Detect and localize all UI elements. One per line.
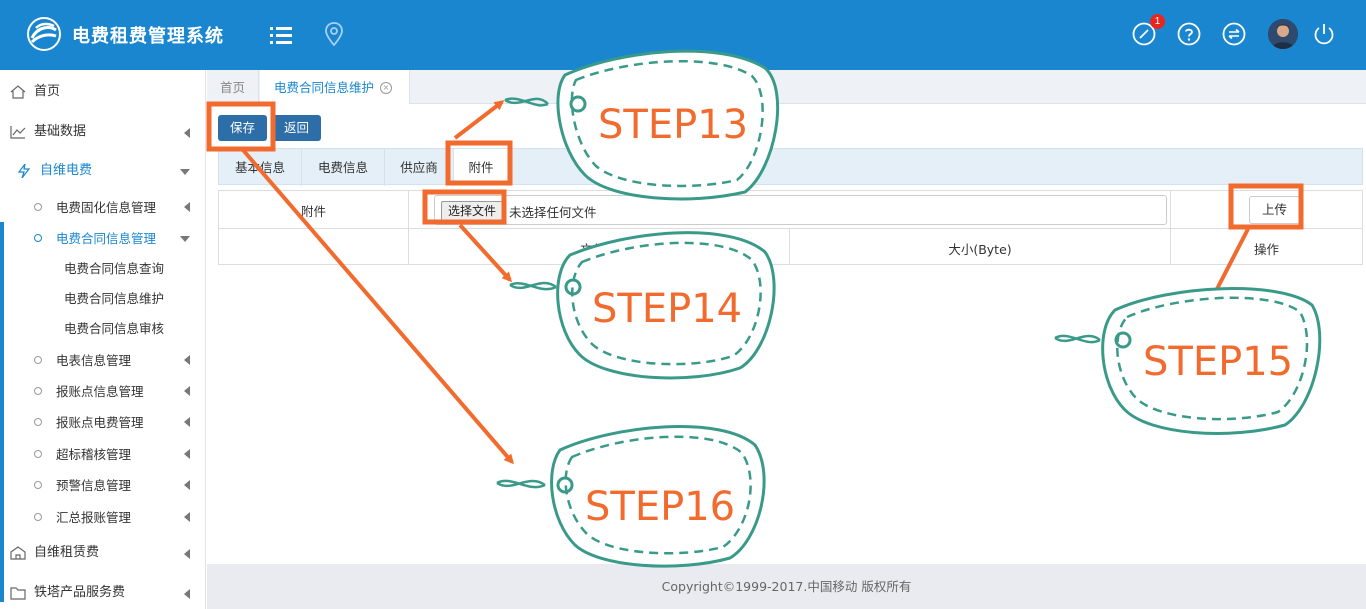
home-icon [10, 85, 26, 99]
tab-home[interactable]: 首页 [207, 70, 259, 104]
sidebar-leaf-item[interactable]: 电费合同信息审核 [64, 314, 164, 344]
bullet-icon [34, 356, 42, 364]
footer: Copyright©1999-2017.中国移动 版权所有 [207, 564, 1366, 609]
sidebar-item-label: 铁塔产品服务费 [34, 585, 126, 600]
sidebar-item-basic-data[interactable]: 基础数据 [0, 112, 206, 152]
chevron-left-icon [184, 480, 190, 490]
sidebar-item-self-rent[interactable]: 自维租赁费 [0, 533, 206, 573]
menu-toggle-icon[interactable] [270, 25, 292, 45]
sidebar-item-self-electricity[interactable]: 自维电费 [0, 151, 206, 191]
sidebar-subitem-label: 电表信息管理 [56, 353, 132, 368]
close-icon[interactable]: × [380, 82, 392, 94]
subtab-attachment[interactable]: 附件 [454, 149, 508, 186]
bullet-icon [34, 513, 42, 521]
sidebar-subitem-label: 超标稽核管理 [56, 447, 132, 462]
choose-file-button[interactable]: 选择文件 [441, 201, 504, 221]
sidebar-subitem-label: 报账点电费管理 [56, 415, 144, 430]
sidebar-subitem-label: 汇总报账管理 [56, 510, 132, 525]
form-subtabs: 基本信息 电费信息 供应商 附件 [218, 148, 1363, 186]
sidebar-subitem[interactable]: 预警信息管理 [0, 470, 206, 501]
notification-badge: 1 [1150, 14, 1165, 29]
page-tabs: 首页 电费合同信息维护 × [207, 70, 1366, 104]
location-pin-icon[interactable] [324, 22, 344, 46]
folder-icon [10, 587, 26, 600]
sidebar-subitem-label: 电费固化信息管理 [56, 200, 157, 215]
file-status-text: 未选择任何文件 [509, 205, 597, 220]
save-button[interactable]: 保存 [218, 115, 268, 141]
bullet-icon [34, 203, 42, 211]
avatar[interactable] [1268, 19, 1298, 49]
chevron-left-icon [184, 589, 190, 599]
chart-line-icon [10, 126, 26, 139]
bullet-icon [34, 234, 42, 242]
chevron-left-icon [184, 386, 190, 396]
chevron-left-icon [184, 355, 190, 365]
bullet-icon [34, 450, 42, 458]
subtab-electricity-info[interactable]: 电费信息 [302, 149, 384, 186]
power-icon[interactable] [1312, 22, 1336, 46]
app-title: 电费租费管理系统 [72, 26, 224, 47]
help-icon[interactable] [1177, 22, 1201, 46]
tab-label: 电费合同信息维护 [274, 80, 375, 95]
upload-button[interactable]: 上传 [1249, 196, 1301, 224]
lightning-icon [17, 164, 31, 178]
attachment-row-label: 附件 [300, 204, 326, 219]
attachment-table: 附件 选择文件 未选择任何文件 上传 文件名 大小(Byte) 操作 [218, 190, 1363, 265]
sidebar-subitem[interactable]: 报账点信息管理 [0, 376, 206, 407]
sidebar-subitem-label: 预警信息管理 [56, 478, 132, 493]
sidebar-item-tower-service[interactable]: 铁塔产品服务费 [0, 573, 206, 609]
subtab-basic-info[interactable]: 基本信息 [219, 149, 301, 186]
sidebar-subitem[interactable]: 电费固化信息管理 [0, 192, 206, 223]
sidebar-item-label: 自维电费 [40, 163, 93, 178]
tab-contract-maintenance[interactable]: 电费合同信息维护 × [260, 70, 410, 104]
sidebar-subitem-label: 报账点信息管理 [56, 384, 144, 399]
sidebar-leaf-item[interactable]: 电费合同信息查询 [64, 254, 164, 284]
chevron-left-icon [184, 202, 190, 212]
subtab-supplier[interactable]: 供应商 [385, 149, 453, 186]
sidebar-subitem[interactable]: 超标稽核管理 [0, 439, 206, 470]
sidebar-leaf-item[interactable]: 电费合同信息维护 [64, 284, 164, 314]
sidebar-subitem-label: 电费合同信息管理 [56, 231, 157, 246]
main-content: 保存 返回 基本信息 电费信息 供应商 附件 附件 选择文件 未选择任何文件 上… [207, 104, 1366, 564]
chevron-left-icon [184, 417, 190, 427]
sidebar-item-label: 基础数据 [34, 124, 87, 139]
chevron-left-icon [184, 512, 190, 522]
sidebar-subitem[interactable]: 汇总报账管理 [0, 502, 206, 533]
chevron-left-icon [184, 449, 190, 459]
file-input[interactable]: 选择文件 未选择任何文件 [434, 195, 1167, 225]
sidebar: 首页 基础数据 自维电费 电费固化信息管理 电费合同信息管理 电费合同信息查询 … [0, 70, 206, 609]
back-button[interactable]: 返回 [272, 115, 322, 141]
sidebar-item-label: 自维租赁费 [34, 545, 100, 560]
bullet-icon [34, 418, 42, 426]
sidebar-subitem[interactable]: 电表信息管理 [0, 345, 206, 376]
chevron-left-icon [184, 549, 190, 559]
copyright-text: Copyright©1999-2017.中国移动 版权所有 [661, 579, 912, 594]
chevron-left-icon [184, 128, 190, 138]
switch-icon[interactable] [1222, 22, 1246, 46]
sidebar-subitem[interactable]: 报账点电费管理 [0, 407, 206, 438]
chevron-down-icon [180, 236, 190, 242]
column-header-filename: 文件名 [580, 242, 618, 257]
bullet-icon [34, 387, 42, 395]
sidebar-item-home[interactable]: 首页 [0, 72, 206, 112]
chevron-down-icon [180, 169, 190, 175]
sidebar-item-label: 首页 [34, 84, 61, 99]
bullet-icon [34, 481, 42, 489]
sidebar-subitem-active[interactable]: 电费合同信息管理 [0, 223, 206, 254]
column-header-action: 操作 [1253, 242, 1279, 257]
building-icon [10, 546, 26, 560]
app-header: 电费租费管理系统 1 [0, 0, 1366, 70]
china-mobile-logo-icon [27, 17, 61, 51]
column-header-size: 大小(Byte) [948, 242, 1012, 257]
